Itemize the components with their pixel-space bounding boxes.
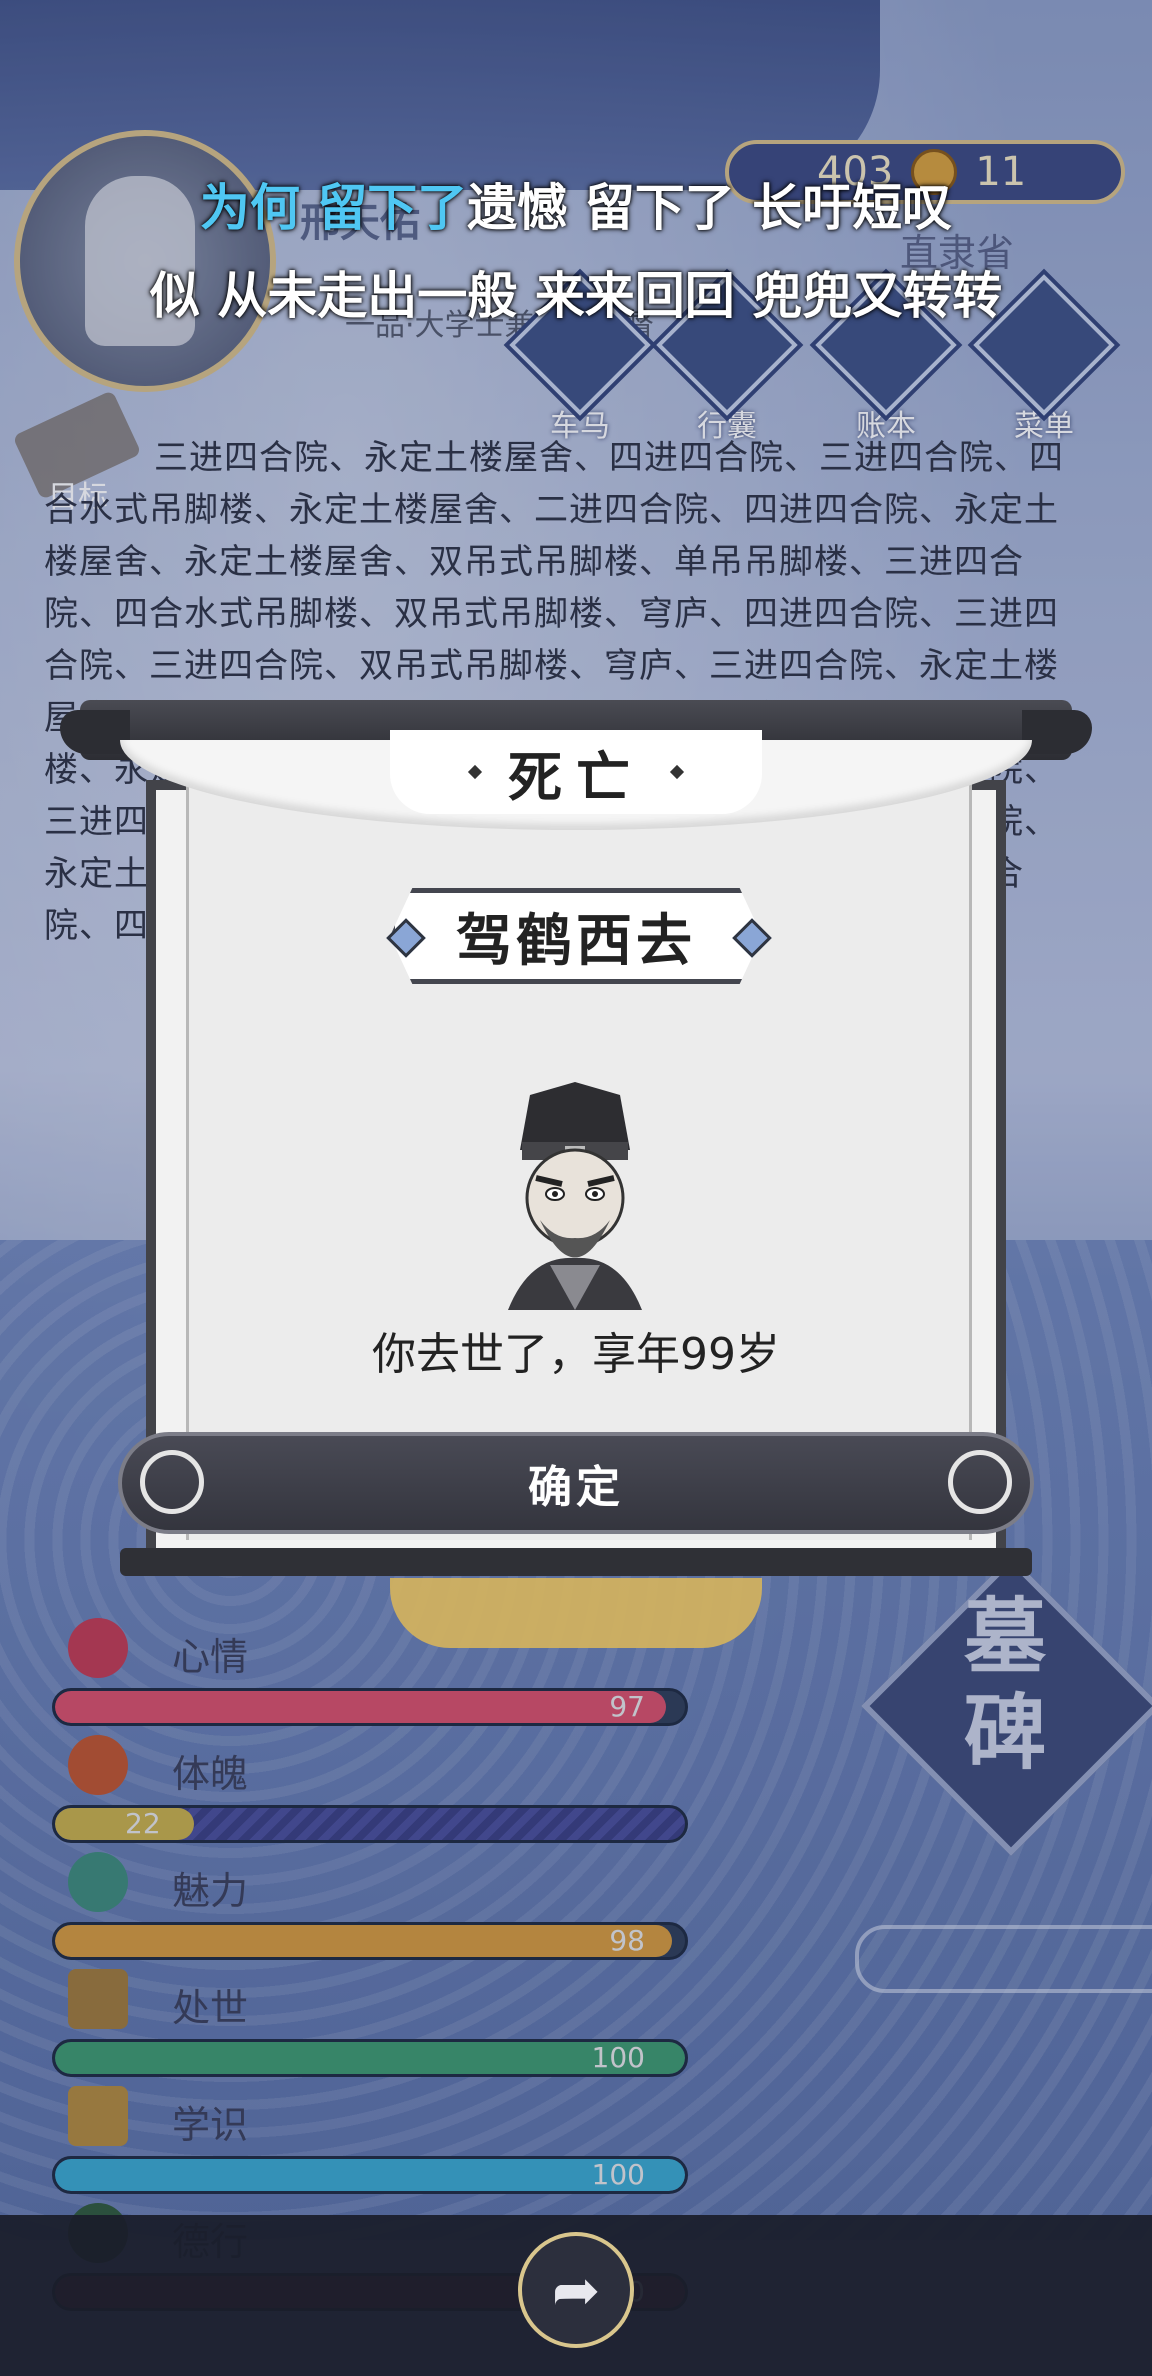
subtitle-plate: 驾鹤西去 <box>390 888 762 984</box>
lyric-line-1: 为何 留下了遗憾 留下了 长吁短叹 <box>0 168 1152 240</box>
dialog-title: 死亡 <box>508 745 644 809</box>
share-icon: ➦ <box>551 2256 601 2324</box>
death-message: 你去世了，享年99岁 <box>372 1329 780 1380</box>
gold-ornament <box>390 1578 762 1648</box>
cloud-swirl-icon <box>948 1450 1012 1514</box>
confirm-label: 确定 <box>528 1462 624 1513</box>
cloud-swirl-icon <box>140 1450 204 1514</box>
lyric-highlight: 为何 留下了 <box>199 179 468 237</box>
character-portrait <box>508 1082 642 1310</box>
share-button[interactable]: ➦ <box>518 2232 634 2348</box>
scroll-bottom-rod <box>120 1548 1032 1576</box>
title-dot-right <box>669 764 685 780</box>
lyric-line-2: 似 从未走出一般 来来回回 兜兜又转转 <box>149 267 1003 325</box>
dialog-subtitle: 驾鹤西去 <box>456 908 696 974</box>
title-dot-left <box>467 764 483 780</box>
lyric-rest: 遗憾 留下了 长吁短叹 <box>467 179 953 237</box>
dialog-title-box: 死亡 <box>390 730 762 814</box>
confirm-button[interactable]: 确定 <box>118 1432 1034 1534</box>
